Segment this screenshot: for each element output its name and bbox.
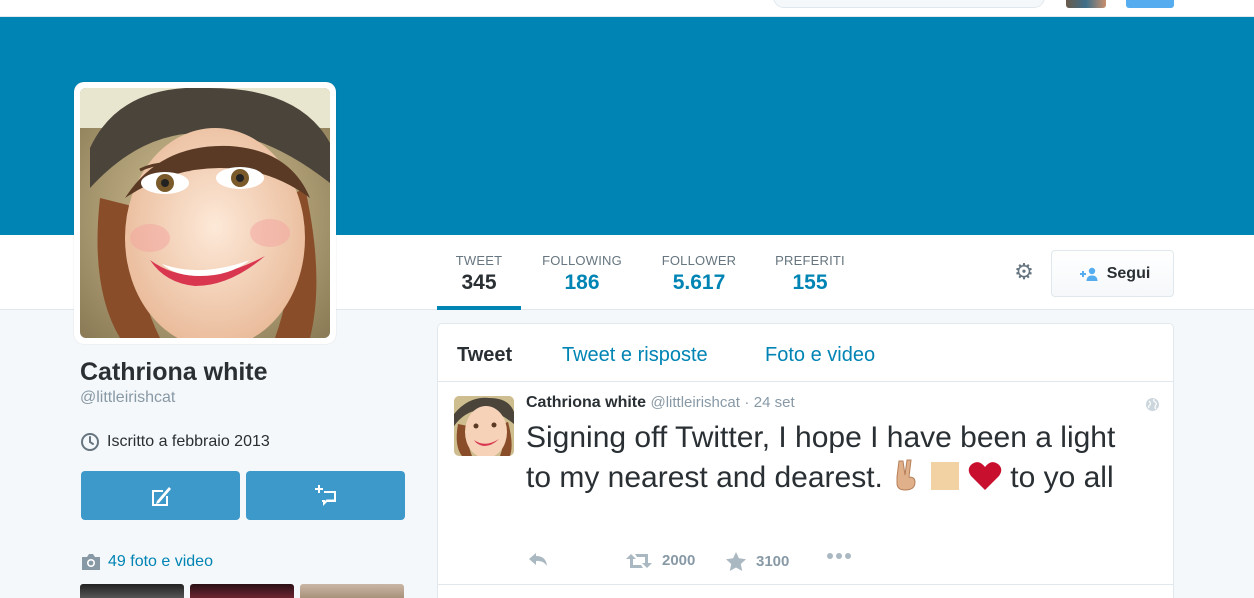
photo-thumbnail[interactable] bbox=[190, 584, 294, 598]
tab-tweet[interactable]: Tweet bbox=[457, 344, 512, 367]
tweet-actions: 2000 3100 bbox=[526, 552, 1126, 572]
search-input[interactable] bbox=[773, 0, 1045, 8]
stat-following-count: 186 bbox=[564, 271, 600, 294]
reply-icon bbox=[529, 553, 547, 566]
tweet-avatar[interactable] bbox=[454, 396, 514, 456]
stat-tweet-count: 345 bbox=[461, 271, 497, 294]
direct-message-icon bbox=[314, 484, 336, 506]
globe-icon bbox=[1146, 398, 1159, 411]
top-navigation-bar bbox=[0, 0, 1254, 17]
reply-button[interactable] bbox=[528, 552, 548, 568]
account-avatar-button[interactable] bbox=[1066, 0, 1106, 8]
tab-photos-videos[interactable]: Foto e video bbox=[765, 344, 875, 367]
stat-follower[interactable]: FOLLOWER 5.617 bbox=[650, 235, 748, 310]
profile-handle[interactable]: @littleirishcat bbox=[80, 389, 175, 407]
compose-tweet-button[interactable] bbox=[1126, 0, 1174, 8]
gear-icon[interactable]: ⚙ bbox=[1012, 260, 1036, 284]
photo-thumbnail[interactable] bbox=[80, 584, 184, 598]
stat-following-label: FOLLOWING bbox=[542, 253, 622, 268]
stat-follower-label: FOLLOWER bbox=[661, 253, 737, 268]
stat-following[interactable]: FOLLOWING 186 bbox=[530, 235, 634, 310]
tweet-author-name[interactable]: Cathriona white bbox=[526, 394, 646, 411]
square-emoji bbox=[930, 462, 959, 490]
tweet-text-end: to yo all bbox=[1010, 461, 1114, 494]
retweet-button[interactable]: 2000 bbox=[626, 552, 695, 569]
favorite-button[interactable]: 3100 bbox=[726, 552, 789, 571]
more-actions-button[interactable] bbox=[826, 552, 852, 560]
compose-mention-icon bbox=[151, 486, 171, 506]
retweet-icon bbox=[626, 553, 652, 568]
stat-tweet-label: TWEET bbox=[455, 253, 503, 268]
more-icon bbox=[827, 553, 851, 559]
timeline-tabs: Tweet Tweet e risposte Foto e video bbox=[438, 324, 1173, 382]
profile-photo bbox=[80, 88, 330, 338]
heart-emoji bbox=[968, 462, 1002, 490]
camera-icon bbox=[82, 554, 100, 570]
star-icon bbox=[726, 552, 746, 571]
favorite-count: 3100 bbox=[756, 553, 790, 570]
tweet-text: Signing off Twitter, I hope I have been … bbox=[526, 418, 1126, 498]
stat-tweet[interactable]: TWEET 345 bbox=[437, 235, 521, 310]
victory-hand-emoji bbox=[896, 459, 916, 491]
timeline: Tweet Tweet e risposte Foto e video Cath… bbox=[437, 323, 1174, 598]
tweet-timestamp[interactable]: 24 set bbox=[754, 394, 795, 411]
join-date: Iscritto a febbraio 2013 bbox=[80, 432, 270, 452]
follow-button-label: Segui bbox=[1106, 264, 1151, 282]
follow-button[interactable]: Segui bbox=[1051, 250, 1174, 297]
stat-preferiti-label: PREFERITI bbox=[775, 253, 845, 268]
tweet-separator: · bbox=[744, 394, 750, 411]
tweet-item[interactable]: Cathriona white @littleirishcat · 24 set… bbox=[438, 382, 1173, 585]
tweet-to-user-button[interactable] bbox=[81, 471, 240, 520]
stat-follower-count: 5.617 bbox=[672, 271, 726, 294]
retweet-count: 2000 bbox=[662, 552, 696, 569]
add-user-icon bbox=[1079, 267, 1098, 281]
photo-thumbnail[interactable] bbox=[300, 584, 404, 598]
photos-videos-label: 49 foto e video bbox=[108, 553, 213, 570]
stat-preferiti-count: 155 bbox=[792, 271, 828, 294]
tweet-header: Cathriona white @littleirishcat · 24 set bbox=[526, 394, 795, 412]
profile-name[interactable]: Cathriona white bbox=[80, 358, 268, 387]
tweet-author-handle[interactable]: @littleirishcat bbox=[650, 394, 739, 411]
photos-videos-link[interactable]: 49 foto e video bbox=[80, 553, 213, 571]
tab-tweet-replies[interactable]: Tweet e risposte bbox=[562, 344, 708, 367]
stat-preferiti[interactable]: PREFERITI 155 bbox=[763, 235, 857, 310]
direct-message-button[interactable] bbox=[246, 471, 405, 520]
join-date-text: Iscritto a febbraio 2013 bbox=[107, 433, 270, 450]
clock-icon bbox=[81, 433, 99, 451]
profile-avatar[interactable] bbox=[74, 82, 336, 344]
